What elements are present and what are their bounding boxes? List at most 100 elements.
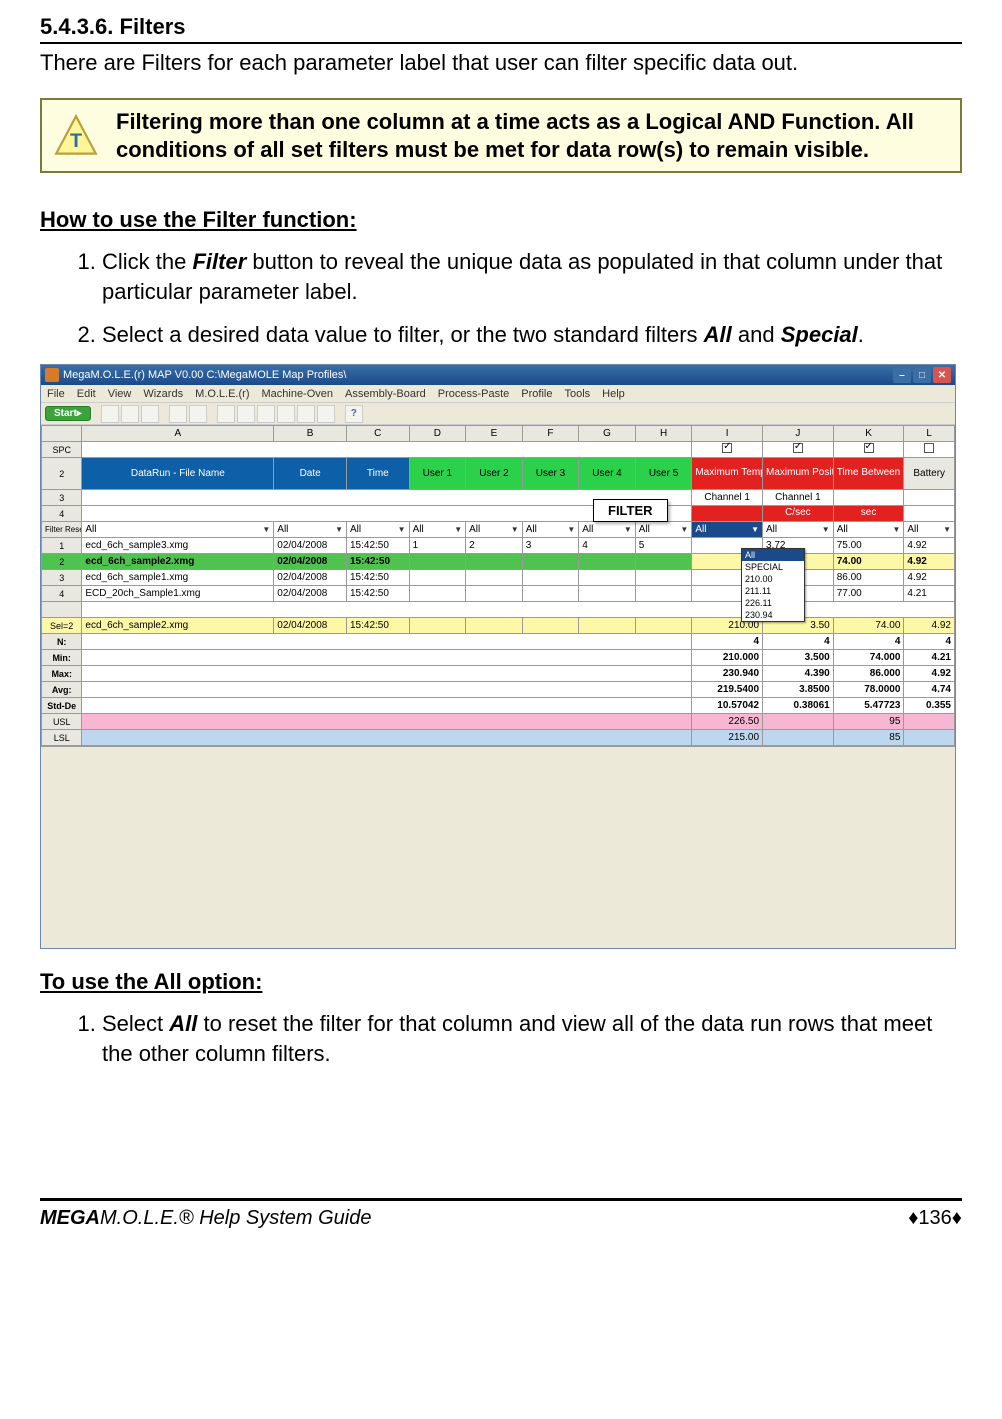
table-row[interactable]: 1 ecd_6ch_sample3.xmg02/04/200815:42:50 … — [42, 538, 955, 554]
filter-option[interactable]: 210.00 — [742, 573, 804, 585]
row-label: SPC — [42, 442, 82, 458]
intro-text: There are Filters for each parameter lab… — [40, 50, 962, 76]
stat-row-stddev: Std-De10.570420.380615.477230.355 — [42, 698, 955, 714]
filter-dropdown[interactable]: All▼ — [466, 522, 523, 538]
menu-mole[interactable]: M.O.L.E.(r) — [195, 388, 249, 400]
start-button[interactable]: Start▸ — [45, 406, 91, 421]
header-maxslope: Maximum Positive Slope — [763, 458, 834, 490]
filter-dropdown[interactable]: All▼ — [82, 522, 274, 538]
all-option-steps: Select All to reset the filter for that … — [40, 1009, 962, 1068]
toolbar-button[interactable] — [317, 405, 335, 423]
spc-checkbox[interactable] — [833, 442, 904, 458]
stat-row-n: N:4444 — [42, 634, 955, 650]
channel-label: Channel 1 — [763, 490, 834, 506]
toolbar-button[interactable] — [101, 405, 119, 423]
filter-callout: FILTER — [593, 499, 668, 522]
menu-process[interactable]: Process-Paste — [438, 388, 510, 400]
help-icon[interactable]: ? — [345, 405, 363, 423]
toolbar-button[interactable] — [141, 405, 159, 423]
filter-dropdown[interactable]: All▼ — [904, 522, 955, 538]
filter-dropdown[interactable]: All▼ — [635, 522, 692, 538]
filter-dropdown[interactable]: All▼ — [346, 522, 409, 538]
col-letter[interactable]: G — [579, 426, 636, 442]
stat-row-lsl: LSL215.0085 — [42, 730, 955, 746]
menu-machine[interactable]: Machine-Oven — [261, 388, 333, 400]
filter-option[interactable]: 226.11 — [742, 597, 804, 609]
header-maxtemp: Maximum Temperature — [692, 458, 763, 490]
header-date: Date — [274, 458, 347, 490]
menu-assembly[interactable]: Assembly-Board — [345, 388, 426, 400]
menu-wizards[interactable]: Wizards — [143, 388, 183, 400]
col-letter[interactable]: B — [274, 426, 347, 442]
col-letter[interactable]: E — [466, 426, 523, 442]
toolbar-button[interactable] — [237, 405, 255, 423]
table-row[interactable]: 4 ECD_20ch_Sample1.xmg02/04/200815:42:50… — [42, 586, 955, 602]
window-title: MegaM.O.L.E.(r) MAP V0.00 C:\MegaMOLE Ma… — [63, 369, 346, 381]
filter-option[interactable]: 211.11 — [742, 585, 804, 597]
filter-dropdown[interactable]: All▼ — [692, 522, 763, 538]
all-option-heading: To use the All option: — [40, 969, 962, 995]
svg-text:T: T — [70, 130, 82, 152]
menu-profile[interactable]: Profile — [521, 388, 552, 400]
unit-label — [692, 506, 763, 522]
filter-option[interactable]: 230.94 — [742, 609, 804, 621]
filter-dropdown[interactable]: All▼ — [409, 522, 466, 538]
col-letter[interactable]: F — [522, 426, 579, 442]
col-letter[interactable]: K — [833, 426, 904, 442]
close-icon[interactable]: ✕ — [933, 367, 951, 383]
col-letter[interactable]: D — [409, 426, 466, 442]
row-number: 2 — [42, 458, 82, 490]
maximize-icon[interactable]: □ — [913, 367, 931, 383]
spc-checkbox[interactable] — [904, 442, 955, 458]
filter-dropdown[interactable]: All▼ — [274, 522, 347, 538]
minimize-icon[interactable]: – — [893, 367, 911, 383]
page-number: ♦136♦ — [908, 1207, 962, 1230]
toolbar-button[interactable] — [217, 405, 235, 423]
menu-edit[interactable]: Edit — [77, 388, 96, 400]
table-row[interactable]: 3 ecd_6ch_sample1.xmg02/04/200815:42:50 … — [42, 570, 955, 586]
header-time: Time — [346, 458, 409, 490]
page-footer: MEGAM.O.L.E.® Help System Guide ♦136♦ — [40, 1198, 962, 1250]
menu-tools[interactable]: Tools — [564, 388, 590, 400]
filter-option[interactable]: All — [742, 549, 804, 561]
toolbar-button[interactable] — [297, 405, 315, 423]
all-step-1: Select All to reset the filter for that … — [102, 1009, 962, 1068]
toolbar-button[interactable] — [169, 405, 187, 423]
channel-label: Channel 1 — [692, 490, 763, 506]
toolbar-button[interactable] — [277, 405, 295, 423]
filter-dropdown[interactable]: All▼ — [833, 522, 904, 538]
app-screenshot: MegaM.O.L.E.(r) MAP V0.00 C:\MegaMOLE Ma… — [40, 364, 956, 949]
filter-dropdown[interactable]: All▼ — [763, 522, 834, 538]
toolbar-button[interactable] — [121, 405, 139, 423]
note-box: T Filtering more than one column at a ti… — [40, 98, 962, 173]
howto-heading: How to use the Filter function: — [40, 207, 962, 233]
section-heading: 5.4.3.6. Filters — [40, 14, 962, 44]
menu-help[interactable]: Help — [602, 388, 625, 400]
header-timebetween: Time Between Temperature — [833, 458, 904, 490]
table-row-selected[interactable]: 2 ecd_6ch_sample2.xmg02/04/200815:42:50 … — [42, 554, 955, 570]
footer-title: MEGAM.O.L.E.® Help System Guide — [40, 1207, 372, 1230]
col-letter[interactable]: L — [904, 426, 955, 442]
filter-reset-label[interactable]: Filter Reset — [42, 522, 82, 538]
col-letter[interactable]: C — [346, 426, 409, 442]
toolbar: Start▸ ? — [41, 403, 955, 425]
spc-checkbox[interactable] — [763, 442, 834, 458]
toolbar-button[interactable] — [189, 405, 207, 423]
filter-dropdown[interactable]: All▼ — [579, 522, 636, 538]
header-user4: User 4 — [579, 458, 636, 490]
toolbar-button[interactable] — [257, 405, 275, 423]
menu-view[interactable]: View — [108, 388, 132, 400]
app-icon — [45, 368, 59, 382]
header-user1: User 1 — [409, 458, 466, 490]
filter-menu[interactable]: All SPECIAL 210.00 211.11 226.11 230.94 — [741, 548, 805, 622]
spc-checkbox[interactable] — [692, 442, 763, 458]
filter-dropdown[interactable]: All▼ — [522, 522, 579, 538]
col-letter[interactable]: J — [763, 426, 834, 442]
selection-summary-row: Sel=2 ecd_6ch_sample2.xmg02/04/200815:42… — [42, 618, 955, 634]
menu-file[interactable]: File — [47, 388, 65, 400]
col-letter[interactable]: A — [82, 426, 274, 442]
stat-row-avg: Avg:219.54003.850078.00004.74 — [42, 682, 955, 698]
col-letter[interactable]: H — [635, 426, 692, 442]
filter-option[interactable]: SPECIAL — [742, 561, 804, 573]
col-letter[interactable]: I — [692, 426, 763, 442]
